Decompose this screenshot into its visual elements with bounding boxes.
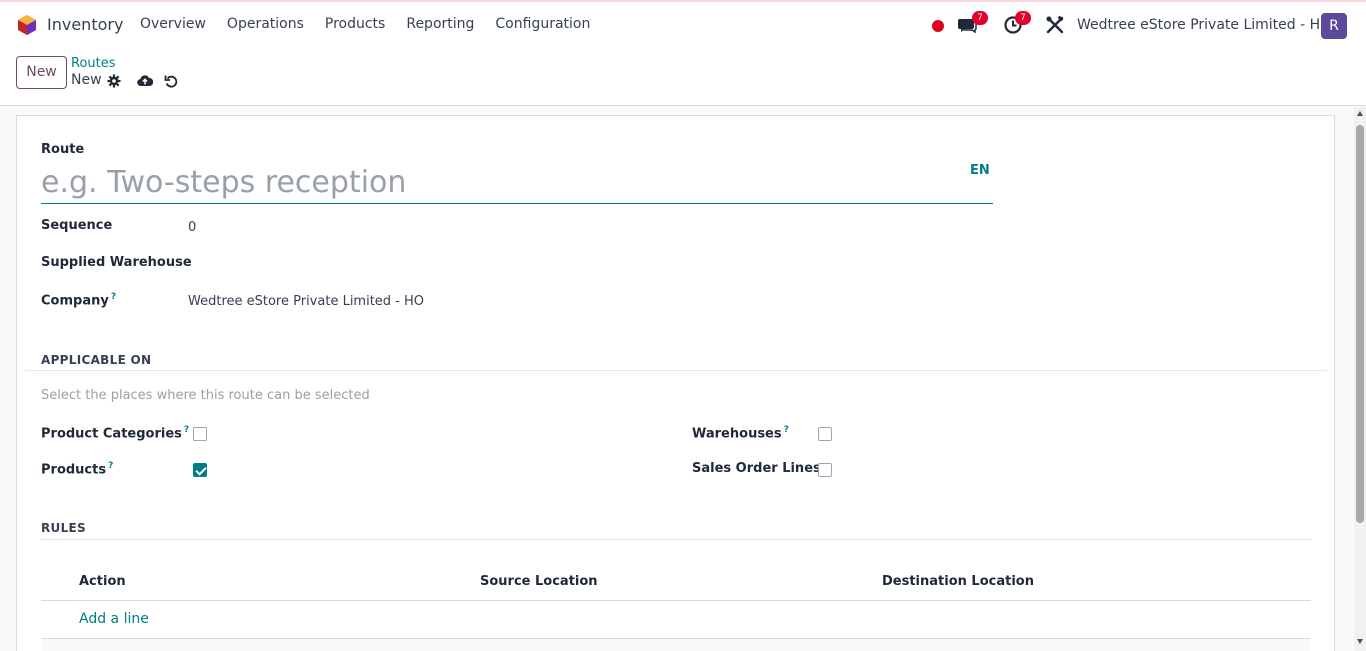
- breadcrumb-routes[interactable]: Routes: [71, 56, 116, 71]
- applicable-on-title: APPLICABLE ON: [41, 353, 152, 367]
- rules-separator: [41, 539, 1311, 540]
- column-source-location[interactable]: Source Location: [480, 574, 598, 589]
- applicable-hint: Select the places where this route can b…: [41, 388, 370, 403]
- discard-undo-icon[interactable]: [164, 74, 178, 88]
- products-checkbox[interactable]: [193, 463, 207, 477]
- route-name-input[interactable]: [41, 162, 993, 204]
- translate-language-button[interactable]: EN: [970, 163, 990, 178]
- company-help-icon[interactable]: ?: [111, 292, 116, 302]
- gear-icon[interactable]: [107, 74, 121, 88]
- menu-products[interactable]: Products: [325, 16, 385, 32]
- rules-header-border: [41, 600, 1311, 601]
- sequence-label: Sequence: [41, 218, 113, 233]
- route-label: Route: [41, 142, 85, 157]
- main-menu: Overview Operations Products Reporting C…: [140, 16, 611, 32]
- menu-reporting[interactable]: Reporting: [406, 16, 474, 32]
- sales-order-lines-label: Sales Order Lines: [692, 461, 821, 476]
- form-sheet: Route EN Sequence 0 Supplied Warehouse C…: [16, 115, 1335, 651]
- inventory-app-icon[interactable]: [16, 14, 38, 36]
- supplied-warehouse-label: Supplied Warehouse: [41, 255, 192, 270]
- column-action[interactable]: Action: [79, 574, 126, 589]
- vertical-scrollbar[interactable]: [1354, 107, 1366, 651]
- activities-badge: 7: [1015, 11, 1031, 25]
- scrollbar-thumb[interactable]: [1356, 125, 1364, 523]
- main-navbar: Inventory Overview Operations Products R…: [0, 2, 1366, 48]
- sales-order-lines-checkbox[interactable]: [818, 463, 832, 477]
- menu-operations[interactable]: Operations: [227, 16, 304, 32]
- supplied-warehouse-field[interactable]: [188, 252, 608, 274]
- new-button[interactable]: New: [16, 56, 67, 89]
- warehouses-help-icon[interactable]: ?: [784, 425, 789, 435]
- product-categories-checkbox[interactable]: [193, 427, 207, 441]
- company-field[interactable]: Wedtree eStore Private Limited - HO: [188, 294, 424, 309]
- messages-badge: 7: [972, 11, 988, 25]
- rules-footer-row: [41, 639, 1311, 651]
- sequence-field[interactable]: 0: [188, 220, 196, 235]
- menu-overview[interactable]: Overview: [140, 16, 206, 32]
- scroll-up-arrow-icon[interactable]: [1357, 111, 1363, 116]
- debug-tools-icon[interactable]: [1045, 15, 1065, 35]
- products-help-icon[interactable]: ?: [108, 461, 113, 471]
- user-avatar[interactable]: R: [1321, 13, 1347, 39]
- warehouses-label: Warehouses?: [692, 425, 789, 442]
- breadcrumb-current: New: [71, 72, 102, 88]
- save-cloud-icon[interactable]: [137, 74, 153, 88]
- add-a-line-link[interactable]: Add a line: [79, 611, 149, 627]
- recording-indicator-icon[interactable]: [932, 20, 944, 32]
- company-switcher[interactable]: Wedtree eStore Private Limited - HO: [1077, 17, 1331, 33]
- form-view: Route EN Sequence 0 Supplied Warehouse C…: [0, 107, 1354, 651]
- products-label: Products?: [41, 461, 114, 478]
- warehouses-checkbox[interactable]: [818, 427, 832, 441]
- product-categories-help-icon[interactable]: ?: [184, 425, 189, 435]
- column-destination-location[interactable]: Destination Location: [882, 574, 1034, 589]
- company-label: Company?: [41, 292, 117, 309]
- rules-title: RULES: [41, 521, 86, 535]
- applicable-separator: [25, 370, 1327, 371]
- scroll-down-arrow-icon[interactable]: [1357, 639, 1363, 644]
- product-categories-label: Product Categories?: [41, 425, 190, 442]
- app-name[interactable]: Inventory: [47, 15, 123, 34]
- menu-configuration[interactable]: Configuration: [495, 16, 590, 32]
- control-panel: New Routes New: [0, 48, 1366, 106]
